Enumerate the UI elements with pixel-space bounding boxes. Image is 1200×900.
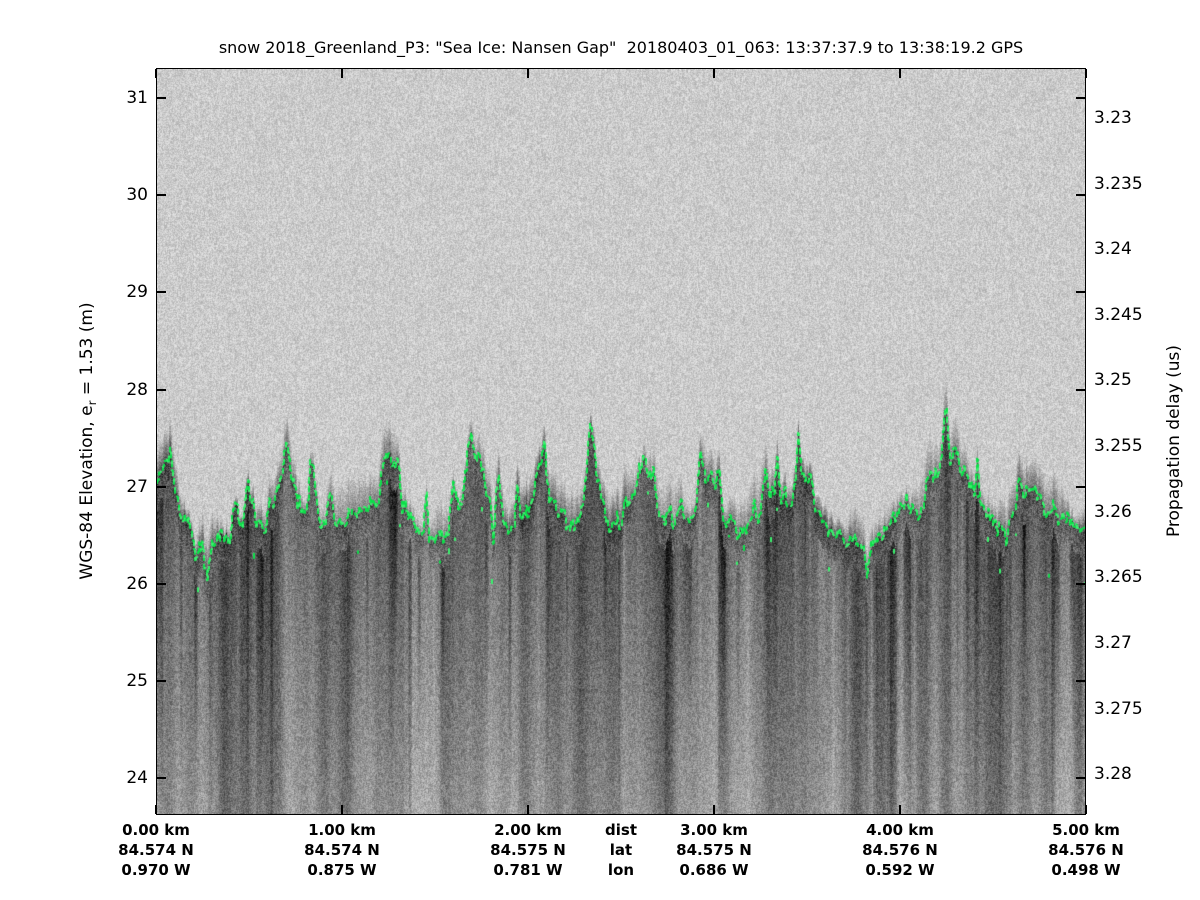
longitude-label: 0.686 W <box>679 861 749 879</box>
elevation-tick-mark-right <box>1076 777 1085 780</box>
delay-tick-label: 3.255 <box>1094 436 1143 457</box>
figure-root: snow 2018_Greenland_P3: "Sea Ice: Nansen… <box>0 0 1200 900</box>
latitude-label: 84.576 N <box>1048 841 1124 859</box>
distance-tick-mark-bottom <box>155 805 157 814</box>
elevation-tick-mark-right <box>1076 679 1085 682</box>
latitude-label: 84.575 N <box>490 841 566 859</box>
distance-column: 3.00 km 84.575 N 0.686 W <box>676 820 752 880</box>
delay-tick-label: 3.275 <box>1094 698 1143 719</box>
longitude-label: 0.592 W <box>865 861 935 879</box>
elevation-tick-mark-left <box>157 679 166 682</box>
distance-label: 1.00 km <box>308 821 376 839</box>
delay-tick-label: 3.26 <box>1094 501 1132 522</box>
elevation-tick-mark-right <box>1076 582 1085 585</box>
elevation-tick-label: 25 <box>126 670 148 691</box>
elevation-tick-mark-right <box>1076 388 1085 391</box>
distance-tick-mark-top <box>1085 69 1087 78</box>
delay-tick-label: 3.265 <box>1094 567 1143 588</box>
elevation-tick-label: 27 <box>126 476 148 497</box>
elevation-tick-mark-left <box>157 291 166 294</box>
distance-tick-mark-top <box>155 69 157 78</box>
latitude-label: 84.575 N <box>676 841 752 859</box>
elevation-tick-mark-left <box>157 485 166 488</box>
elevation-tick-mark-left <box>157 194 166 197</box>
distance-label: 0.00 km <box>122 821 190 839</box>
distance-tick-mark-bottom <box>1085 805 1087 814</box>
distance-label: 3.00 km <box>680 821 748 839</box>
distance-label: 2.00 km <box>494 821 562 839</box>
delay-tick-label: 3.28 <box>1094 764 1132 785</box>
distance-column: 0.00 km 84.574 N 0.970 W <box>118 820 194 880</box>
elevation-tick-label: 31 <box>126 88 148 109</box>
delay-tick-label: 3.23 <box>1094 107 1132 128</box>
distance-tick-mark-top <box>899 69 901 78</box>
elevation-tick-label: 26 <box>126 573 148 594</box>
left-axis-label-subscript: r <box>85 400 100 406</box>
longitude-label: 0.875 W <box>307 861 377 879</box>
distance-tick-mark-top <box>341 69 343 78</box>
elevation-tick-mark-right <box>1076 485 1085 488</box>
distance-tick-mark-bottom <box>713 805 715 814</box>
longitude-label: lon <box>607 861 635 879</box>
distance-column: 5.00 km 84.576 N 0.498 W <box>1048 820 1124 880</box>
latitude-label: lat <box>609 841 633 859</box>
latitude-label: 84.574 N <box>118 841 194 859</box>
distance-label: 4.00 km <box>866 821 934 839</box>
distance-column: 4.00 km 84.576 N 0.592 W <box>862 820 938 880</box>
elevation-tick-mark-left <box>157 777 166 780</box>
latitude-label: 84.576 N <box>862 841 938 859</box>
longitude-label: 0.781 W <box>493 861 563 879</box>
chart-title: snow 2018_Greenland_P3: "Sea Ice: Nansen… <box>218 38 1024 57</box>
distance-tick-mark-bottom <box>341 805 343 814</box>
echogram-canvas <box>157 69 1085 814</box>
delay-tick-label: 3.24 <box>1094 239 1132 260</box>
delay-tick-label: 3.245 <box>1094 304 1143 325</box>
latitude-label: 84.574 N <box>304 841 380 859</box>
elevation-tick-mark-left <box>157 97 166 100</box>
distance-column: 1.00 km 84.574 N 0.875 W <box>304 820 380 880</box>
distance-tick-mark-bottom <box>527 805 529 814</box>
distance-label: 5.00 km <box>1052 821 1120 839</box>
elevation-tick-label: 28 <box>126 379 148 400</box>
elevation-tick-label: 24 <box>126 768 148 789</box>
distance-column: 2.00 km 84.575 N 0.781 W <box>490 820 566 880</box>
elevation-tick-mark-right <box>1076 97 1085 100</box>
elevation-tick-mark-left <box>157 388 166 391</box>
distance-tick-mark-bottom <box>899 805 901 814</box>
elevation-tick-mark-right <box>1076 291 1085 294</box>
delay-tick-label: 3.25 <box>1094 370 1132 391</box>
elevation-tick-mark-left <box>157 582 166 585</box>
longitude-label: 0.498 W <box>1051 861 1121 879</box>
axis-header-column: dist lat lon <box>605 820 637 880</box>
delay-tick-label: 3.27 <box>1094 633 1132 654</box>
elevation-tick-mark-right <box>1076 194 1085 197</box>
distance-label: dist <box>605 821 637 839</box>
elevation-tick-label: 29 <box>126 282 148 303</box>
delay-tick-label: 3.235 <box>1094 173 1143 194</box>
longitude-label: 0.970 W <box>121 861 191 879</box>
left-axis-label: WGS-84 Elevation, er = 1.53 (m) <box>77 302 99 579</box>
distance-tick-mark-top <box>713 69 715 78</box>
distance-tick-mark-top <box>527 69 529 78</box>
elevation-tick-label: 30 <box>126 185 148 206</box>
